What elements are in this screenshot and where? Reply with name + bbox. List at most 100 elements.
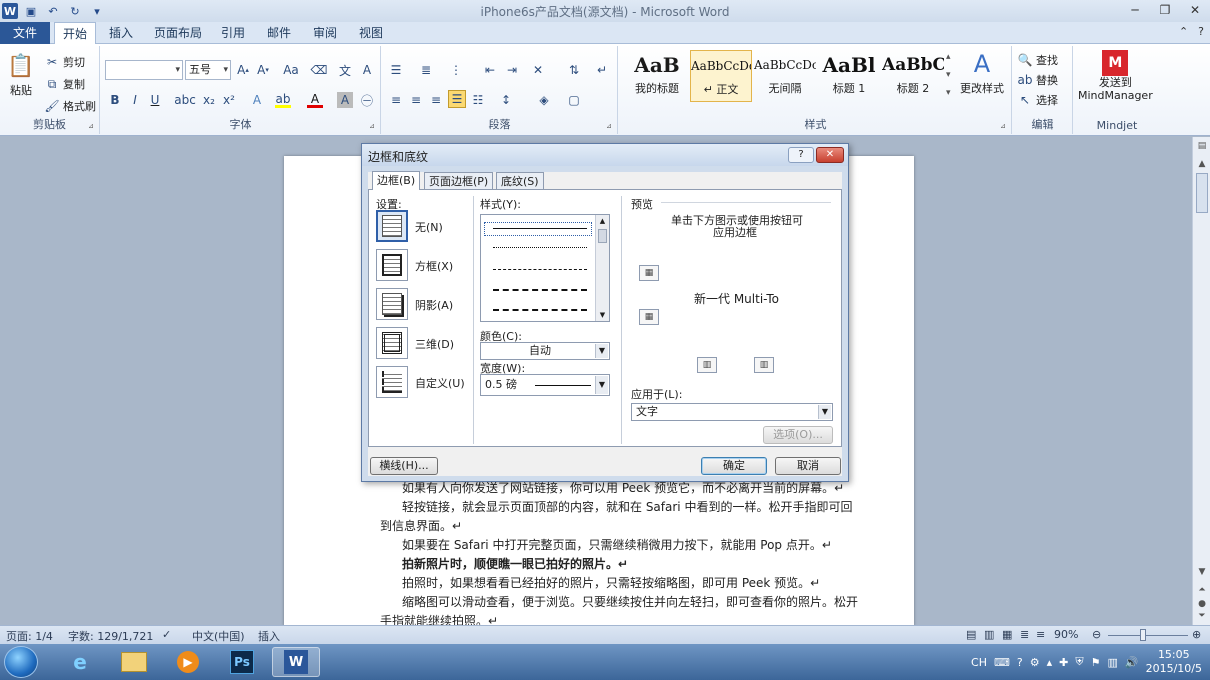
setting-shadow-button[interactable] [376, 288, 408, 320]
highlight-button[interactable]: ab [275, 92, 291, 108]
scroll-down-icon[interactable]: ▼ [596, 311, 609, 319]
minimize-ribbon-icon[interactable]: ⌃ [1179, 25, 1188, 38]
help-icon[interactable]: ? [1017, 656, 1023, 669]
doc-paragraph[interactable]: 拍照时，如果想看看已经拍好的照片，只需轻按缩略图，即可用 Peek 预览。↵ [402, 574, 820, 591]
style-heading-1[interactable]: AaBl 标题 1 [818, 50, 880, 102]
styles-gallery-scroll[interactable]: ▴ ▾ ▾ [946, 52, 951, 98]
send-to-mindmanager-button[interactable]: M 发送到 MindManager [1078, 50, 1153, 102]
scroll-up-icon[interactable]: ▲ [596, 217, 609, 225]
shield-icon[interactable]: ⛨ [1075, 655, 1083, 669]
line-style-solid[interactable] [493, 228, 587, 229]
setting-box-button[interactable] [376, 249, 408, 281]
tab-view[interactable]: 视图 [354, 22, 388, 44]
right-border-icon[interactable]: ▥ [754, 357, 774, 373]
style-heading-2[interactable]: AaBbC 标题 2 [882, 50, 944, 102]
bold-button[interactable]: B [107, 92, 123, 108]
doc-paragraph[interactable]: 轻按链接，就会显示页面顶部的内容，就和在 Safari 中看到的一样。松开手指即… [402, 498, 852, 515]
doc-paragraph[interactable]: 缩略图可以滑动查看，便于浏览。只要继续按住并向左轻扫，即可查看你的照片。松开 [402, 593, 858, 610]
media-player-taskbar-icon[interactable]: ▶ [164, 647, 212, 677]
select-button[interactable]: ↖ 选择 [1017, 92, 1058, 108]
start-button[interactable] [4, 646, 38, 678]
find-button[interactable]: 🔍 查找 [1017, 52, 1058, 68]
tab-borders[interactable]: 边框(B) [372, 171, 421, 190]
restore-icon[interactable]: ❐ [1150, 0, 1180, 20]
line-spacing-button[interactable]: ↕ [498, 92, 514, 108]
format-painter-button[interactable]: 🖌 格式刷 [44, 98, 96, 114]
font-size-combo[interactable]: 五号 [185, 60, 231, 80]
text-effects-button[interactable]: A [249, 92, 265, 108]
doc-paragraph[interactable]: 到信息界面。↵ [380, 517, 462, 534]
copy-button[interactable]: ⧉ 复制 [44, 76, 85, 92]
dialog-help-icon[interactable]: ? [788, 147, 814, 163]
change-case-button[interactable]: Aa [283, 62, 299, 78]
line-style-dashed[interactable] [493, 289, 587, 291]
borders-button[interactable]: ▢ [566, 92, 582, 108]
left-border-icon[interactable]: ▥ [697, 357, 717, 373]
setting-custom-label[interactable]: 自定义(U) [415, 375, 465, 391]
shading-button[interactable]: ◈ [536, 92, 552, 108]
tab-page-layout[interactable]: 页面布局 [150, 22, 206, 44]
line-style-list[interactable]: ▲ ▼ [480, 214, 610, 322]
align-left-button[interactable]: ≡ [388, 92, 404, 108]
clipboard-launcher-icon[interactable]: ⊿ [88, 122, 96, 130]
view-draft-icon[interactable]: ≡ [1036, 628, 1045, 641]
font-color-button[interactable]: A [307, 92, 323, 108]
replace-button[interactable]: ab 替换 [1017, 72, 1059, 88]
italic-button[interactable]: I [127, 92, 143, 108]
width-select[interactable]: 0.5 磅 ▼ [480, 374, 610, 396]
tab-shading[interactable]: 底纹(S) [496, 172, 544, 190]
setting-box-label[interactable]: 方框(X) [415, 258, 453, 274]
view-print-layout-icon[interactable]: ▤ [966, 628, 976, 641]
dialog-title-bar[interactable]: 边框和底纹 ? ✕ [362, 144, 848, 166]
ok-button[interactable]: 确定 [701, 457, 767, 475]
tab-references[interactable]: 引用 [216, 22, 250, 44]
proofing-icon[interactable]: ✓ [162, 628, 171, 641]
bullets-button[interactable]: ☰ [388, 62, 404, 78]
chevron-down-icon[interactable]: ▼ [595, 344, 608, 358]
superscript-button[interactable]: x² [221, 92, 237, 108]
redo-icon[interactable]: ↻ [66, 2, 84, 20]
scrollbar-thumb[interactable] [1196, 173, 1208, 213]
doc-paragraph[interactable]: 如果要在 Safari 中打开完整页面，只需继续稍微用力按下，就能用 Pop 点… [402, 536, 832, 553]
line-style-dash-dot[interactable] [493, 309, 587, 311]
decrease-indent-button[interactable]: ⇤ [482, 62, 498, 78]
bottom-border-icon[interactable]: ▦ [639, 309, 659, 325]
undo-icon[interactable]: ↶ [44, 2, 62, 20]
cancel-button[interactable]: 取消 [775, 457, 841, 475]
ie-taskbar-icon[interactable]: e [56, 647, 104, 677]
word-count[interactable]: 字数: 129/1,721 [68, 628, 153, 644]
explorer-taskbar-icon[interactable] [110, 647, 158, 677]
flag-icon[interactable]: ⚑ [1091, 656, 1101, 669]
char-shading-button[interactable]: A [337, 92, 353, 108]
scroll-down-icon[interactable]: ▼ [1193, 567, 1210, 577]
paragraph-launcher-icon[interactable]: ⊿ [606, 122, 614, 130]
change-styles-button[interactable]: A 更改样式 [960, 50, 1004, 96]
chinese-layout-button[interactable]: ✕ [530, 62, 546, 78]
shrink-font-button[interactable]: A ▾ [255, 62, 271, 78]
customize-qat-icon[interactable]: ▾ [88, 2, 106, 20]
setting-shadow-label[interactable]: 阴影(A) [415, 297, 453, 313]
keyboard-icon[interactable]: ⌨ [994, 656, 1010, 669]
view-reading-icon[interactable]: ▥ [984, 628, 994, 641]
setting-none-label[interactable]: 无(N) [415, 219, 443, 235]
zoom-in-icon[interactable]: ⊕ [1192, 628, 1201, 641]
enclose-char-button[interactable]: ㊀ [359, 92, 375, 108]
setting-none-button[interactable] [376, 210, 408, 242]
show-marks-button[interactable]: ↵ [594, 62, 610, 78]
volume-icon[interactable]: 🔊 [1125, 656, 1139, 669]
align-right-button[interactable]: ≡ [428, 92, 444, 108]
browse-object-icon[interactable]: ● [1193, 599, 1210, 609]
numbering-button[interactable]: ≣ [418, 62, 434, 78]
style-list-scrollbar[interactable]: ▲ ▼ [595, 215, 609, 321]
tab-page-border[interactable]: 页面边框(P) [424, 172, 494, 190]
justify-button[interactable]: ☰ [448, 90, 466, 108]
clock[interactable]: 15:05 2015/10/5 [1146, 648, 1202, 676]
tab-review[interactable]: 审阅 [308, 22, 342, 44]
strikethrough-button[interactable]: abc [174, 92, 196, 108]
view-web-icon[interactable]: ▦ [1002, 628, 1012, 641]
help-icon[interactable]: ? [1198, 25, 1204, 38]
previous-page-icon[interactable]: ⏶ [1193, 585, 1210, 595]
page-count[interactable]: 页面: 1/4 [6, 628, 53, 644]
photoshop-taskbar-icon[interactable]: Ps [218, 647, 266, 677]
multilevel-list-button[interactable]: ⋮ [448, 62, 464, 78]
